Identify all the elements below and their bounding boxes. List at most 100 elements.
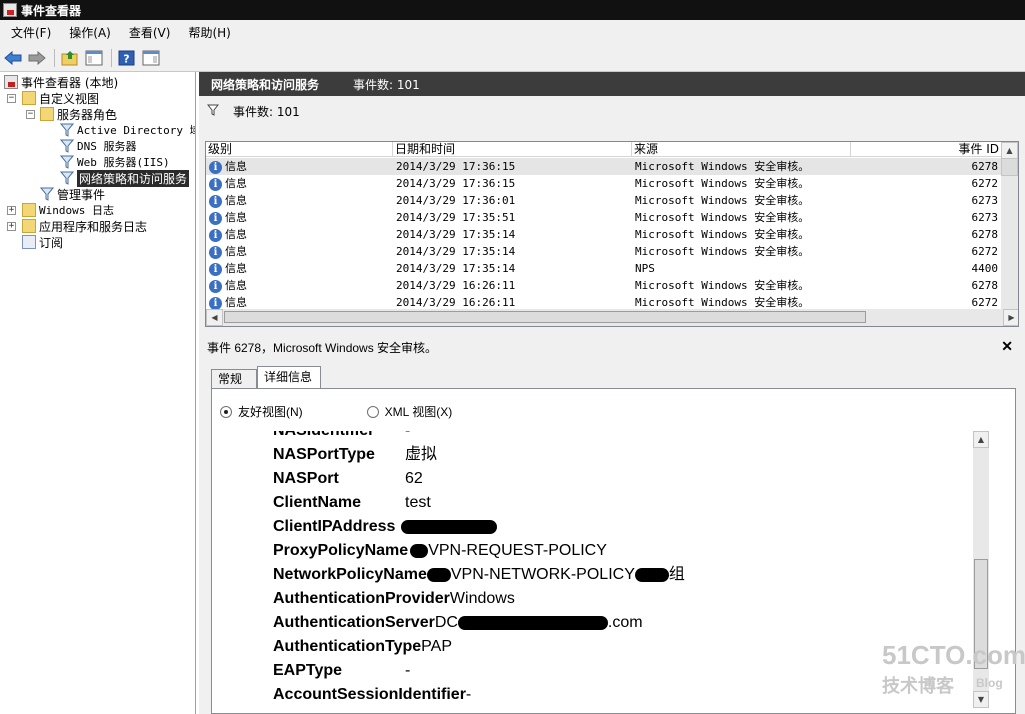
subscriptions-icon	[22, 235, 36, 249]
folder-icon	[22, 219, 36, 233]
col-source[interactable]: 来源	[632, 142, 851, 157]
event-row[interactable]: i 信息 2014/3/29 17:36:01 Microsoft Windows 安…	[206, 192, 1001, 209]
field-name: ProxyPolicyName	[273, 542, 409, 559]
scroll-down-arrow[interactable]: ▼	[973, 691, 989, 708]
watermark: 51CTO.com 技术博客 Blog	[882, 640, 1025, 696]
source-cell: NPS	[635, 262, 655, 275]
level-cell: i 信息	[209, 277, 247, 294]
filter-icon	[60, 155, 74, 169]
info-icon: i	[209, 177, 222, 191]
tab-general[interactable]: 常规	[211, 369, 257, 388]
source-cell: Microsoft Windows 安全审核。	[635, 245, 810, 258]
redacted-value	[410, 543, 429, 558]
event-viewer-icon	[3, 3, 17, 17]
info-icon: i	[209, 245, 222, 259]
field-row: AuthenticationTypePAP	[273, 635, 452, 659]
folder-icon	[22, 91, 36, 105]
folder-icon	[22, 203, 36, 217]
show-hide-tree-icon[interactable]	[83, 47, 105, 69]
col-level[interactable]: 级别	[206, 142, 393, 157]
event-list-hscroll[interactable]: ◀ ▶	[206, 309, 1018, 326]
back-icon[interactable]	[2, 47, 24, 69]
tree-root-label: 事件查看器 (本地)	[21, 75, 119, 90]
event-row[interactable]: i 信息 2014/3/29 17:35:14 Microsoft Windows 安…	[206, 243, 1001, 260]
field-name: AuthenticationType	[273, 638, 422, 655]
event-row[interactable]: i 信息 2014/3/29 16:26:11 Microsoft Windows 安…	[206, 277, 1001, 294]
tree-role-label-selected: 网络策略和访问服务	[77, 169, 190, 187]
datetime-cell: 2014/3/29 17:36:15	[396, 177, 516, 190]
scroll-up-arrow[interactable]: ▲	[973, 431, 989, 448]
scroll-left-arrow[interactable]: ◀	[206, 309, 223, 326]
field-name: EAPType	[273, 662, 343, 679]
event-id-cell: 4400	[971, 262, 999, 275]
filter-bar: 事件数: 101	[199, 96, 1025, 126]
xml-view-label: XML 视图(X)	[384, 405, 453, 419]
event-row[interactable]: i 信息 2014/3/29 17:35:14 Microsoft Windows 安…	[206, 226, 1001, 243]
scroll-up-arrow[interactable]: ▲	[1001, 142, 1018, 159]
tree-server-roles[interactable]: 服务器角色	[40, 106, 117, 122]
tree-subscriptions[interactable]: 订阅	[22, 234, 63, 250]
menu-view[interactable]: 查看(V)	[120, 24, 180, 41]
field-name: AuthenticationProvider	[273, 590, 450, 607]
tree-app-logs[interactable]: 应用程序和服务日志	[22, 218, 147, 234]
col-datetime[interactable]: 日期和时间	[393, 142, 632, 157]
up-folder-icon[interactable]	[59, 47, 81, 69]
event-row[interactable]: i 信息 2014/3/29 17:36:15 Microsoft Windows 安…	[206, 175, 1001, 192]
level-text: 信息	[225, 160, 247, 173]
menu-file[interactable]: 文件(F)	[2, 24, 60, 41]
tab-details[interactable]: 详细信息	[257, 366, 321, 389]
event-row[interactable]: i 信息 2014/3/29 17:36:15 Microsoft Windows 安…	[206, 158, 1001, 175]
event-row[interactable]: i 信息 2014/3/29 17:35:14 NPS 4400	[206, 260, 1001, 277]
menu-bar: 文件(F) 操作(A) 查看(V) 帮助(H)	[0, 20, 1025, 44]
expand-toggle[interactable]: +	[7, 206, 16, 215]
menu-action[interactable]: 操作(A)	[60, 24, 120, 41]
detail-header: 事件 6278，Microsoft Windows 安全审核。 ✕	[205, 336, 1019, 358]
scroll-thumb[interactable]	[224, 311, 866, 323]
col-event-id[interactable]: 事件 ID	[851, 142, 1001, 157]
collapse-toggle[interactable]: −	[7, 94, 16, 103]
watermark-logo: 51CTO.com	[882, 640, 1025, 670]
help-icon[interactable]: ?	[116, 47, 138, 69]
event-list-vscroll[interactable]: ▲	[1001, 142, 1018, 311]
collapse-toggle[interactable]: −	[26, 110, 35, 119]
level-cell: i 信息	[209, 192, 247, 209]
field-name: ClientIPAddress	[273, 518, 396, 535]
field-row: NASPort 62	[273, 467, 423, 491]
navigation-tree: 事件查看器 (本地) − 自定义视图 − 服务器角色 Active Direct…	[0, 72, 196, 714]
expand-toggle[interactable]: +	[7, 222, 16, 231]
scroll-thumb[interactable]	[1001, 158, 1018, 176]
tree-role-iis[interactable]: Web 服务器(IIS)	[60, 154, 170, 170]
event-id-cell: 6272	[971, 177, 999, 190]
field-value: 62	[405, 470, 423, 487]
event-id-cell: 6272	[971, 245, 999, 258]
filter-icon[interactable]	[206, 104, 220, 119]
tree-root[interactable]: 事件查看器 (本地)	[4, 74, 118, 90]
scroll-right-arrow[interactable]: ▶	[1003, 309, 1018, 326]
field-value: DC	[434, 614, 458, 631]
close-icon[interactable]: ✕	[1001, 338, 1013, 355]
level-text: 信息	[225, 228, 247, 241]
tree-custom-views[interactable]: 自定义视图	[22, 90, 99, 106]
action-pane-icon[interactable]	[140, 47, 162, 69]
tree-admin-events[interactable]: 管理事件	[40, 186, 105, 202]
source-cell: Microsoft Windows 安全审核。	[635, 177, 810, 190]
info-icon: i	[209, 279, 222, 293]
event-list: 级别 日期和时间 来源 事件 ID i 信息 2014/3/29 17:36:15 M…	[205, 141, 1019, 327]
menu-help[interactable]: 帮助(H)	[179, 24, 239, 41]
field-name: NASIdentifier	[273, 431, 405, 443]
filter-icon	[40, 187, 54, 201]
source-cell: Microsoft Windows 安全审核。	[635, 211, 810, 224]
xml-view-option[interactable]: XML 视图(X)	[366, 403, 453, 420]
xml-view-radio[interactable]	[366, 405, 379, 418]
event-row[interactable]: i 信息 2014/3/29 17:35:51 Microsoft Windows 安…	[206, 209, 1001, 226]
datetime-cell: 2014/3/29 17:35:14	[396, 262, 516, 275]
field-row: ClientIPAddress	[273, 515, 497, 539]
tree-windows-logs[interactable]: Windows 日志	[22, 202, 114, 218]
tree-role-nps[interactable]: 网络策略和访问服务	[60, 169, 190, 187]
tree-app-logs-label: 应用程序和服务日志	[39, 219, 148, 234]
forward-icon[interactable]	[26, 47, 48, 69]
tree-role-dns[interactable]: DNS 服务器	[60, 138, 137, 154]
event-id-cell: 6273	[971, 194, 999, 207]
tree-role-ad[interactable]: Active Directory 域	[60, 122, 195, 138]
friendly-view-radio[interactable]	[220, 405, 232, 418]
